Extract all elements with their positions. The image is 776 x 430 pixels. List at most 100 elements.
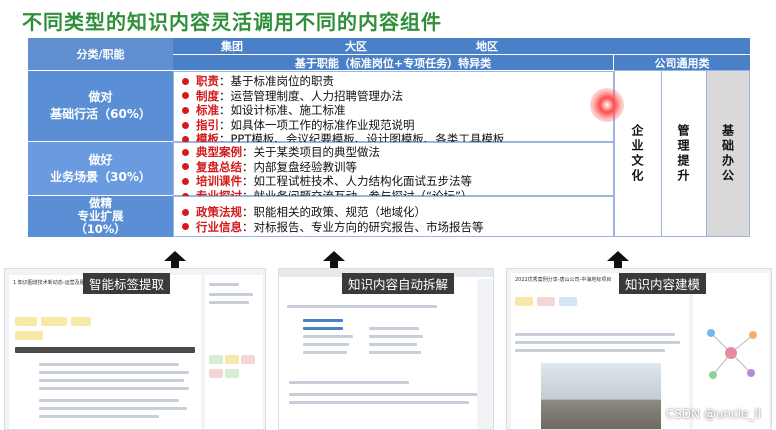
text-line — [39, 415, 159, 418]
org-level-header: 集团 大区 地区 — [173, 38, 750, 54]
doc-panel: 1 知识图谱技术新动态-运营及服务市场发展2021 — [9, 275, 201, 429]
corner-header-label: 分类/职能 — [76, 48, 125, 61]
tag-chip — [41, 317, 67, 326]
text-line — [303, 319, 343, 322]
item-value: ：如具体一项工作的标准作业规范说明 — [219, 117, 415, 132]
bullet-icon — [182, 148, 189, 156]
side-panel — [205, 275, 263, 429]
category-share: 业务场景（30%） — [50, 169, 151, 184]
text-line — [369, 351, 421, 354]
list-item: 指引 ：如具体一项工作的标准作业规范说明 — [182, 118, 607, 133]
text-line — [15, 347, 195, 353]
list-item: 培训课件 ：如工程试桩技术、人力结构化面试五步法等 — [182, 174, 607, 189]
tag-chip — [209, 355, 223, 364]
text-line — [209, 301, 249, 304]
item-key: 政策法规 — [196, 205, 242, 219]
general-header: 公司通用类 — [614, 55, 750, 70]
text-line — [39, 399, 179, 402]
general-header-label: 公司通用类 — [654, 56, 710, 70]
item-key: 指引 — [196, 117, 219, 132]
item-value: ：运营管理制度、人力招聘管理办法 — [219, 88, 403, 103]
watermark: CSDN @uncle_ll — [665, 407, 761, 421]
text-line — [303, 327, 343, 330]
list-item: 职责 ：基于标准岗位的职责 — [182, 74, 607, 89]
page-title: 不同类型的知识内容灵活调用不同的内容组件 — [22, 10, 442, 34]
text-line — [515, 341, 680, 344]
graph-panel — [693, 273, 769, 429]
row-extension-items: 政策法规 ：职能相关的政策、规范（地域化） 行业信息 ：对标报告、专业方向的研究报告… — [173, 196, 614, 237]
text-line — [289, 401, 469, 404]
text-line — [303, 343, 349, 346]
item-key: 培训课件 — [196, 174, 242, 189]
category-cell-do-fine: 做精 专业扩展 （10%） — [28, 196, 173, 237]
list-item: 复盘总结 ：内部复盘经验教训等 — [182, 160, 607, 175]
label-tag-extraction: 智能标签提取 — [83, 273, 171, 294]
bullet-icon — [182, 208, 189, 216]
tag-chip — [559, 297, 577, 306]
specific-header-label: 基于职能（标准岗位+专项任务）特异类 — [294, 56, 492, 70]
highlight-glow — [590, 88, 624, 122]
text-line — [369, 343, 417, 346]
list-item: 制度 ：运营管理制度、人力招聘管理办法 — [182, 89, 607, 104]
text-line — [39, 379, 184, 382]
text-line — [39, 371, 189, 374]
category-cell-do-well: 做好 业务场景（30%） — [28, 142, 173, 195]
tag-chip — [225, 355, 239, 364]
bullet-icon — [182, 77, 189, 85]
corner-header: 分类/职能 — [28, 38, 173, 70]
specific-header: 基于职能（标准岗位+专项任务）特异类 — [173, 55, 613, 70]
bullet-icon — [182, 223, 189, 231]
side-strip — [477, 279, 493, 429]
item-key: 典型案例 — [196, 145, 242, 159]
label-content-modeling: 知识内容建模 — [619, 273, 707, 294]
item-value: ：内部复盘经验教训等 — [242, 159, 357, 174]
header-region: 大区 — [345, 40, 367, 53]
general-col-office: 基础办公 — [706, 71, 749, 236]
label-auto-decomposition: 知识内容自动拆解 — [342, 273, 455, 294]
tag-chip — [241, 355, 255, 364]
text-line — [209, 283, 239, 286]
text-line — [39, 387, 189, 390]
bullet-icon — [182, 121, 189, 129]
category-name: 做好 — [88, 152, 113, 167]
category-share: 基础行活（60%） — [50, 107, 151, 121]
text-line — [515, 333, 675, 336]
category-cell-do-right: 做对 基础行活（60%） — [28, 71, 173, 141]
category-name: 做对 — [88, 90, 113, 104]
tag-chip — [209, 369, 223, 378]
item-key: 制度 — [196, 88, 219, 103]
doc-panel: 2022优秀案例分享-唐山公司-中海地标项目 — [511, 273, 689, 429]
tag-chip — [15, 317, 37, 326]
list-item: 政策法规 ：职能相关的政策、规范（地域化） — [182, 205, 607, 220]
text-line — [303, 351, 347, 354]
item-value: ：如设计标准、施工标准 — [219, 103, 346, 118]
text-line — [289, 393, 479, 396]
general-col-label: 基础办公 — [720, 123, 735, 184]
bullet-icon — [182, 177, 189, 185]
tag-chip — [537, 297, 555, 306]
tag-chip — [71, 317, 91, 326]
tag-chip — [225, 369, 239, 378]
text-line — [369, 335, 423, 338]
item-key: 标准 — [196, 103, 219, 118]
knowledge-graph-icon — [707, 329, 757, 379]
category-percent: （10%） — [75, 222, 126, 236]
doc-title: 2022优秀案例分享-唐山公司-中海地标项目 — [515, 277, 612, 283]
general-col-management: 管理提升 — [661, 71, 705, 236]
text-line — [209, 293, 253, 296]
text-line — [39, 363, 179, 366]
text-line — [289, 381, 409, 384]
header-area: 地区 — [476, 40, 498, 53]
bullet-icon — [182, 92, 189, 100]
item-key: 复盘总结 — [196, 159, 242, 174]
list-item: 标准 ：如设计标准、施工标准 — [182, 103, 607, 118]
item-key: 行业信息 — [196, 219, 242, 234]
item-key: 职责 — [196, 74, 219, 88]
general-col-label: 企业文化 — [630, 123, 644, 184]
item-value: ：职能相关的政策、规范（地域化） — [242, 205, 426, 219]
header-group: 集团 — [221, 40, 243, 53]
row-scenario-items: 典型案例 ：关于某类项目的典型做法 复盘总结 ：内部复盘经验教训等 培训课件 ：如工程… — [173, 142, 614, 203]
text-line — [287, 305, 437, 308]
text-line — [303, 335, 353, 338]
tag-chip — [515, 297, 533, 306]
